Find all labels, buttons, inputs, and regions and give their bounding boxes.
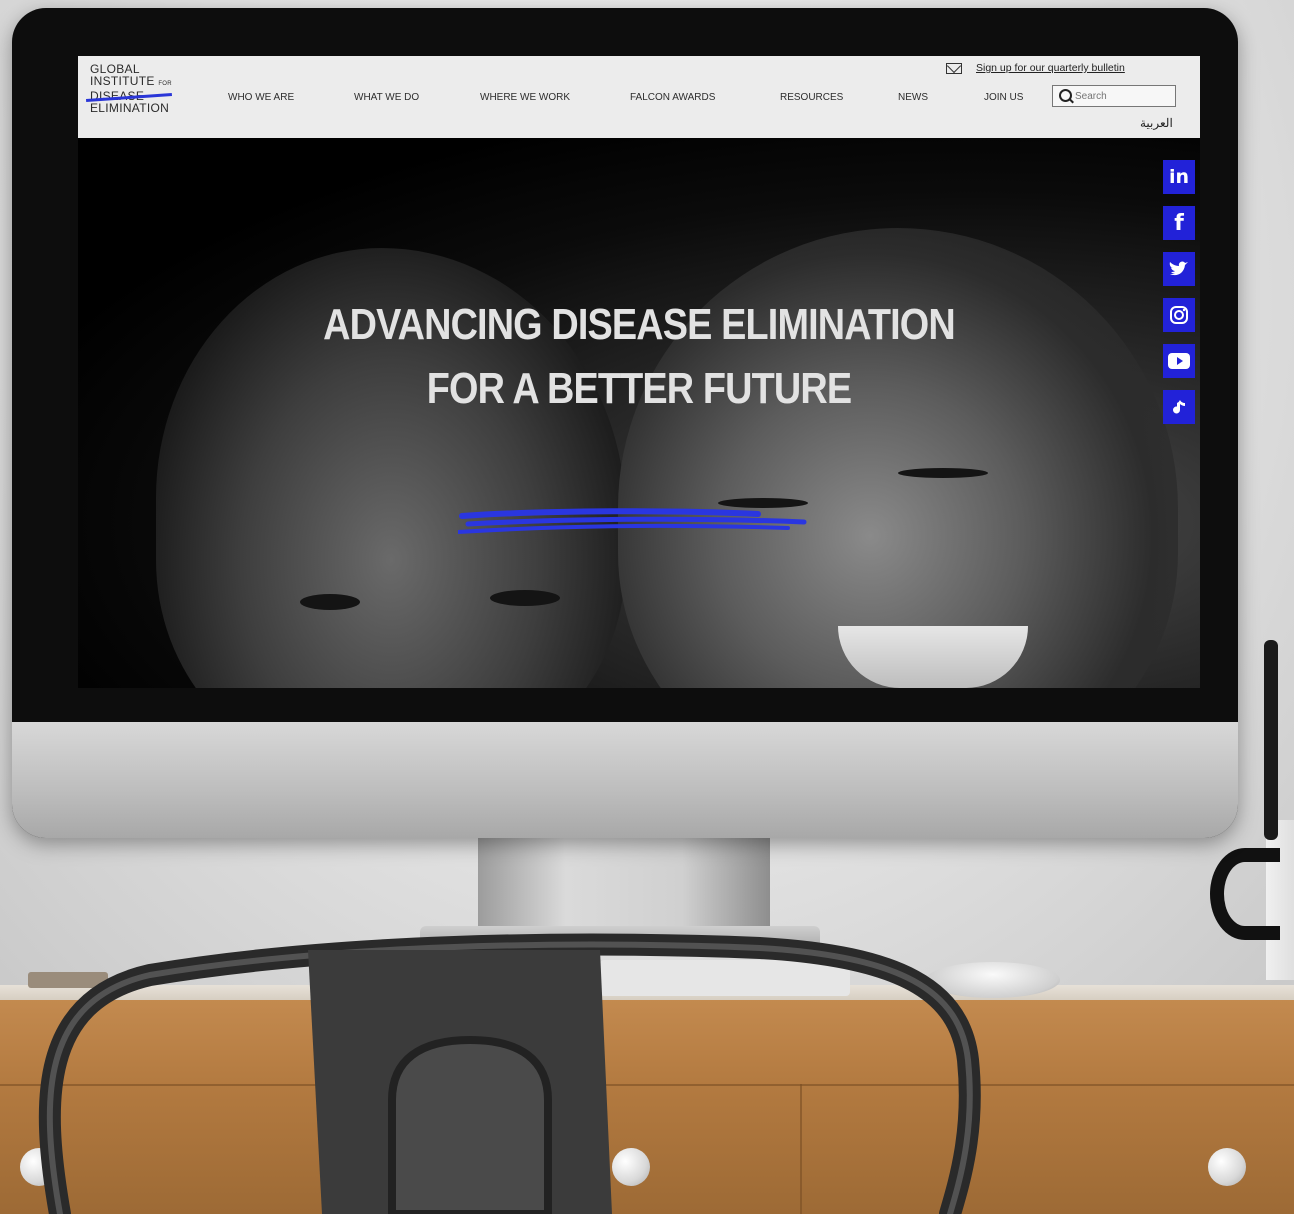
chair — [38, 933, 981, 1214]
